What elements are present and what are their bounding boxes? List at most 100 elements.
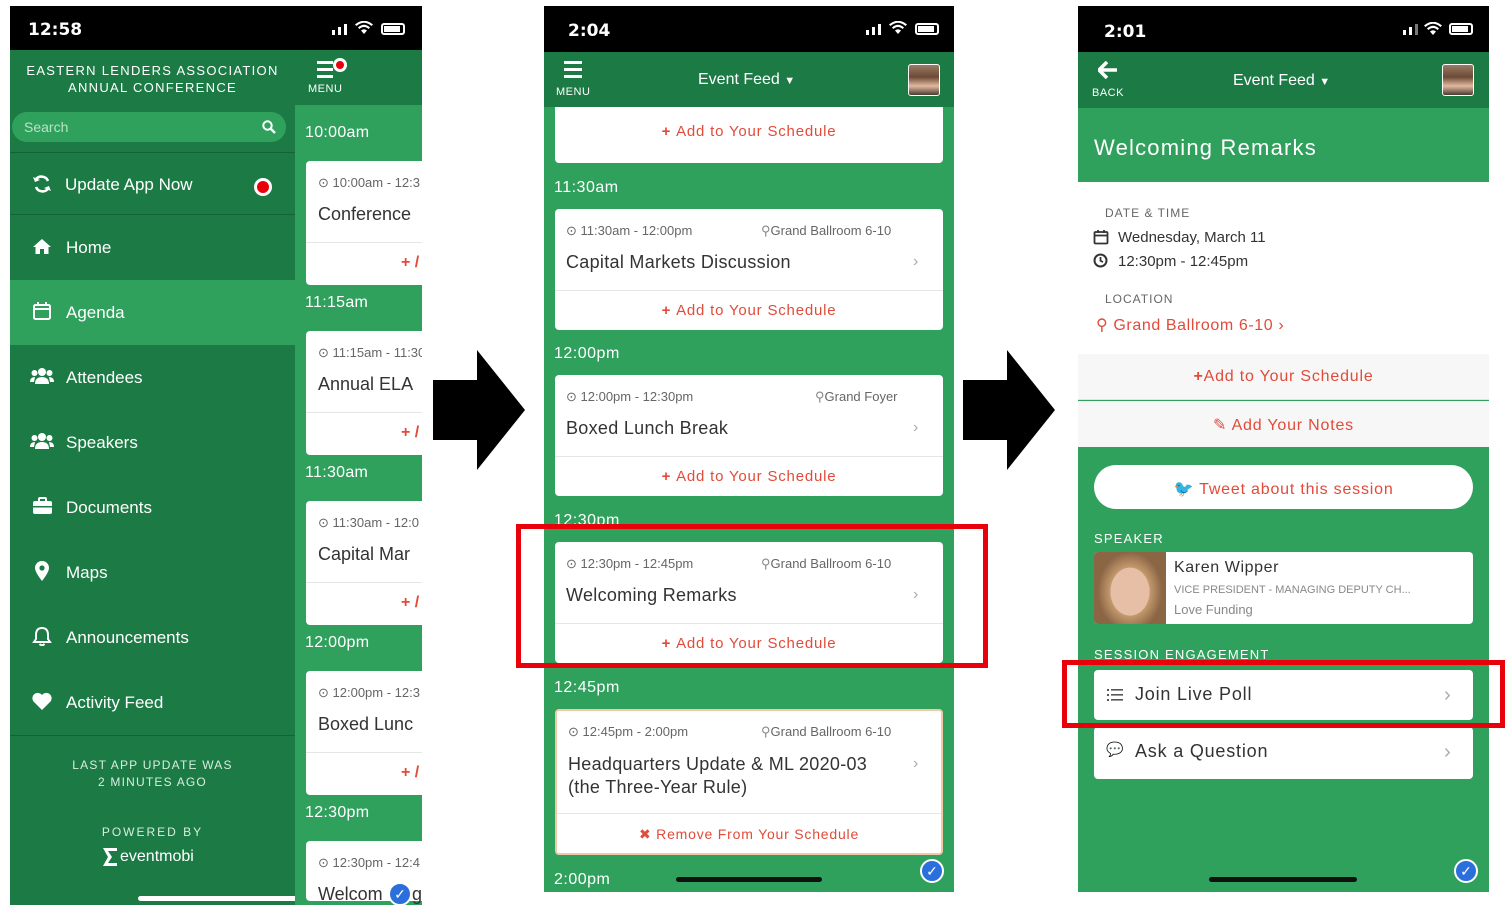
sidebar-item-attendees[interactable]: Attendees (10, 345, 295, 410)
session-title: Conference (318, 204, 412, 224)
app-header: MENU (295, 50, 422, 105)
add-to-schedule-button[interactable]: + / (401, 424, 419, 442)
menu-button[interactable]: MENU (305, 58, 355, 102)
add-notes-button[interactable]: ✎ Add Your Notes (1078, 401, 1489, 447)
screen-1-menu: 12:58 EASTERN LENDERS ASSOCIATION ANNUAL… (10, 6, 422, 905)
status-bar: 2:01 (1078, 6, 1489, 54)
battery-icon (1449, 23, 1473, 35)
add-to-schedule-button[interactable]: + / (401, 594, 419, 612)
session-title-bar: Welcoming Remarks (1078, 108, 1489, 182)
checkmark-badge-icon[interactable]: ✓ (388, 882, 412, 905)
session-card[interactable]: ⊙ 11:15am - 11:30 Annual ELA + / (306, 331, 422, 455)
add-to-schedule-button[interactable]: + Add to Your Schedule (555, 302, 943, 319)
sidebar-item-maps[interactable]: Maps (10, 540, 295, 605)
location-text: Grand Foyer (824, 389, 898, 404)
brand-logo: eventmobi (102, 847, 194, 867)
sidebar-item-speakers[interactable]: Speakers (10, 410, 295, 475)
agenda-list: 10:00am ⊙ 10:00am - 12:3 Conference + / 11:1… (295, 105, 422, 905)
speaker-card[interactable]: Karen Wipper VICE PRESIDENT - MANAGING D… (1094, 552, 1473, 624)
search-placeholder: Search (24, 119, 69, 135)
avatar[interactable] (1442, 64, 1474, 96)
back-button[interactable]: BACK (1088, 59, 1138, 105)
event-feed-dropdown[interactable]: Event Feed ▼ (1233, 72, 1330, 90)
add-label: Add to Your Schedule (676, 123, 837, 140)
session-card[interactable]: ⊙ 12:00pm - 12:30pm ⚲Grand Foyer Boxed L… (555, 375, 943, 496)
heart-icon (32, 692, 52, 710)
session-time: 12:30pm - 12:45pm (1118, 253, 1249, 270)
session-title: Capital Markets Discussion (566, 252, 791, 272)
question-label: Ask a Question (1135, 741, 1269, 761)
session-card[interactable]: ⊙ 12:45pm - 2:00pm ⚲Grand Ballroom 6-10 … (555, 709, 943, 855)
event-feed-dropdown[interactable]: Event Feed ▼ (698, 71, 795, 89)
location-text: Grand Ballroom 6-10 (1113, 317, 1274, 334)
add-to-schedule-button[interactable]: +Add to Your Schedule (1078, 354, 1489, 400)
highlight-box (516, 524, 988, 668)
time-range-text: 11:30am - 12:0 (332, 515, 419, 530)
remove-from-schedule-button[interactable]: ✖ Remove From Your Schedule (557, 826, 941, 843)
add-to-schedule-button[interactable]: + / (401, 254, 419, 272)
sidebar-item-label: Agenda (66, 303, 125, 322)
powered-by-label: POWERED BY (101, 825, 204, 839)
sidebar-item-update[interactable]: Update App Now (10, 154, 295, 214)
hamburger-icon (564, 61, 582, 78)
session-time-range: ⊙ 11:30am - 12:0 (318, 515, 419, 530)
sidebar-item-announcements[interactable]: Announcements (10, 605, 295, 670)
checkmark-badge-icon[interactable]: ✓ (920, 859, 944, 883)
avatar[interactable] (908, 64, 940, 96)
arrow-right-icon (433, 350, 525, 470)
menu-button[interactable]: MENU (554, 58, 604, 104)
status-time: 2:01 (1104, 22, 1147, 42)
session-location: ⚲Grand Ballroom 6-10 (761, 223, 891, 239)
sidebar-item-home[interactable]: Home (10, 215, 295, 280)
session-card[interactable]: ⊙ 11:30am - 12:0 Capital Mar + / (306, 501, 422, 625)
search-icon[interactable] (262, 120, 276, 134)
home-indicator (676, 877, 822, 882)
session-title-tail: g (412, 884, 422, 904)
add-label: Add to Your Schedule (676, 468, 837, 485)
notes-label: Add Your Notes (1231, 417, 1354, 434)
org-title: EASTERN LENDERS ASSOCIATION ANNUAL CONFE… (10, 62, 295, 96)
signal-icon (332, 24, 347, 35)
sidebar-item-label: Attendees (66, 368, 143, 387)
sidebar-item-agenda[interactable]: Agenda (10, 280, 295, 345)
session-time-range: ⊙ 12:30pm - 12:4 (318, 855, 420, 870)
time-heading: 12:00pm (554, 345, 620, 362)
screen-2-agenda: 2:04 MENU Event Feed ▼ + Add to Your Sch… (544, 6, 954, 892)
session-time-range: ⊙ 12:45pm - 2:00pm (568, 724, 689, 739)
chevron-right-icon: › (913, 755, 919, 772)
sidebar-item-label: Home (66, 238, 112, 257)
session-time-range: ⊙ 11:15am - 11:30 (318, 345, 422, 361)
sidebar-item-documents[interactable]: Documents (10, 475, 295, 540)
location-link[interactable]: ⚲ Grand Ballroom 6-10 › (1096, 315, 1284, 335)
close-icon: ✖ (638, 826, 657, 842)
screen-3-session-detail: 2:01 BACK Event Feed ▼ Welcoming Remarks… (1078, 6, 1489, 892)
time-heading: 11:30am (554, 179, 619, 196)
add-to-schedule-button[interactable]: + Add to Your Schedule (555, 123, 943, 140)
time-range-text: 11:15am - 11:30 (332, 345, 422, 360)
sidebar-item-activity-feed[interactable]: Activity Feed (10, 670, 295, 735)
session-date: Wednesday, March 11 (1118, 229, 1266, 246)
calendar-icon (33, 302, 51, 320)
session-location: ⚲Grand Foyer (815, 389, 898, 405)
session-card[interactable]: ⊙ 11:30am - 12:00pm ⚲Grand Ballroom 6-10… (555, 209, 943, 330)
tweet-button[interactable]: 🐦 Tweet about this session (1094, 465, 1473, 509)
map-pin-icon (35, 561, 49, 581)
session-card[interactable]: ⊙ 12:30pm - 12:4 Welcom ✓ g (306, 841, 422, 905)
header-title: Event Feed (1233, 72, 1315, 89)
back-label: BACK (1092, 87, 1124, 99)
session-card[interactable]: ⊙ 12:00pm - 12:3 Boxed Lunc + / (306, 671, 422, 795)
checkmark-badge-icon[interactable]: ✓ (1454, 859, 1478, 883)
date-label: DATE & TIME (1105, 206, 1191, 220)
add-to-schedule-button[interactable]: + / (401, 764, 419, 782)
status-time: 2:04 (568, 21, 611, 41)
home-indicator (1209, 877, 1357, 882)
sidebar-item-label: Update App Now (65, 175, 193, 194)
org-title-line2: ANNUAL CONFERENCE (68, 80, 237, 95)
search-input[interactable]: Search (12, 112, 286, 142)
add-to-schedule-button[interactable]: + Add to Your Schedule (555, 468, 943, 485)
session-card[interactable]: ⊙ 10:00am - 12:3 Conference + / (306, 161, 422, 285)
clock-icon (1093, 253, 1108, 268)
speaker-photo (1094, 552, 1166, 624)
chevron-right-icon: › (1444, 741, 1451, 763)
ask-question-button[interactable]: 💬 Ask a Question › (1094, 727, 1473, 779)
